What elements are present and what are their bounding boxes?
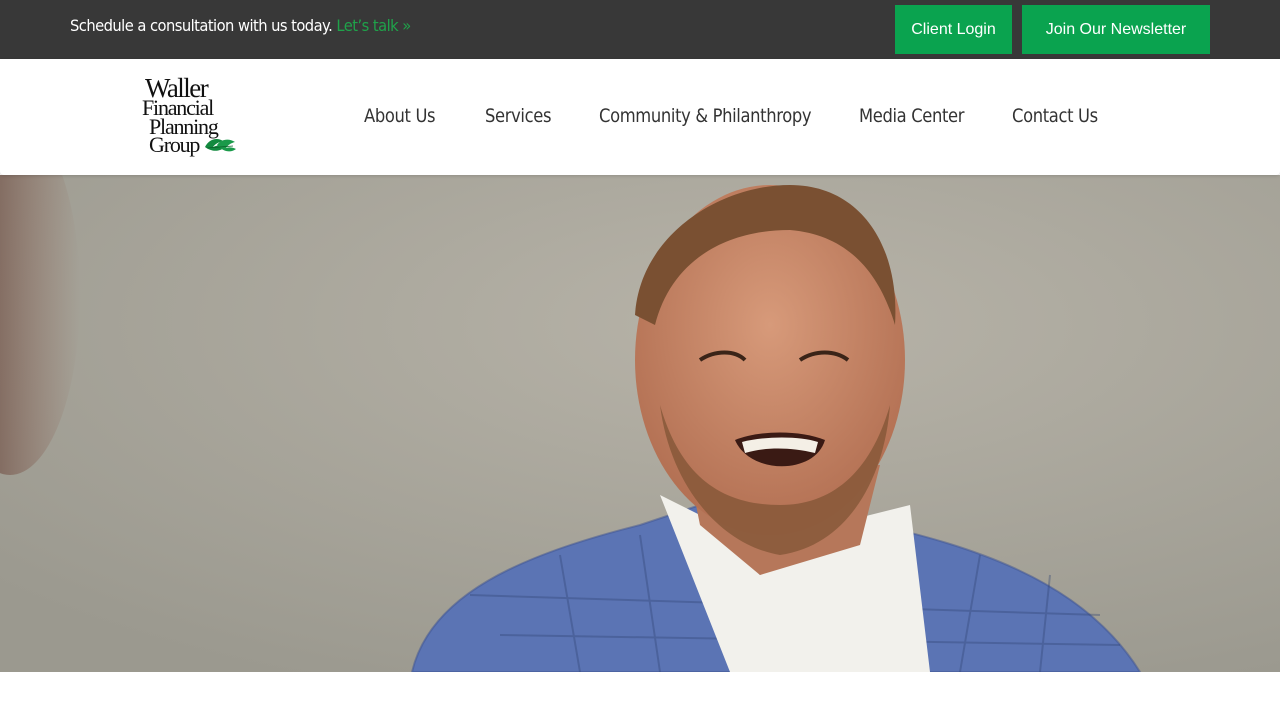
top-bar: Schedule a consultation with us today. L… (0, 0, 1280, 59)
logo-word-4: Group (149, 132, 200, 157)
main-navigation: About Us Services Community & Philanthro… (0, 105, 1280, 129)
nav-community-philanthropy[interactable]: Community & Philanthropy (599, 105, 812, 127)
site-header: Waller Financial Planning Group About Us… (0, 59, 1280, 175)
lets-talk-link[interactable]: Let’s talk » (336, 16, 411, 35)
hero-illustration (0, 175, 1280, 672)
nav-media-center[interactable]: Media Center (859, 105, 964, 127)
consultation-message: Schedule a consultation with us today. L… (70, 16, 411, 35)
nav-services[interactable]: Services (485, 105, 551, 127)
nav-about-us[interactable]: About Us (364, 105, 436, 127)
leaf-icon (205, 139, 236, 152)
client-login-button[interactable]: Client Login (895, 5, 1012, 54)
consultation-text: Schedule a consultation with us today. (70, 16, 333, 35)
hero-image (0, 175, 1280, 672)
newsletter-button[interactable]: Join Our Newsletter (1022, 5, 1210, 54)
nav-contact-us[interactable]: Contact Us (1012, 105, 1098, 127)
